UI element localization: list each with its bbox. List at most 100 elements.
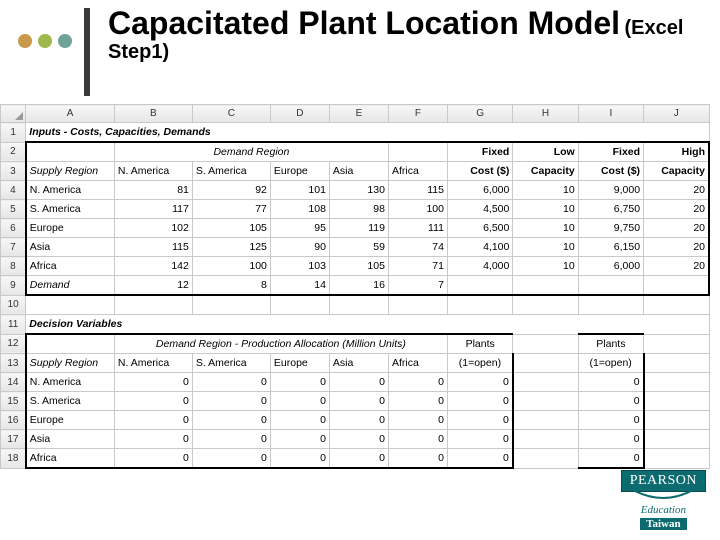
cell[interactable]: 9,000 bbox=[578, 181, 643, 200]
col-header[interactable]: I bbox=[578, 105, 643, 123]
cell[interactable]: 74 bbox=[388, 238, 447, 257]
cell[interactable]: Africa bbox=[388, 162, 447, 181]
cell[interactable]: Cost ($) bbox=[447, 162, 512, 181]
row-header[interactable]: 6 bbox=[1, 219, 26, 238]
cell[interactable]: 0 bbox=[270, 449, 329, 469]
cell[interactable]: 20 bbox=[644, 181, 709, 200]
cell[interactable]: 103 bbox=[270, 257, 329, 276]
row-header[interactable]: 9 bbox=[1, 276, 26, 296]
cell[interactable]: N. America bbox=[114, 354, 192, 373]
col-header[interactable]: J bbox=[644, 105, 709, 123]
row-header[interactable]: 13 bbox=[1, 354, 26, 373]
cell[interactable]: 100 bbox=[192, 257, 270, 276]
cell[interactable] bbox=[513, 392, 578, 411]
cell[interactable]: 0 bbox=[114, 449, 192, 469]
cell[interactable]: 6,750 bbox=[578, 200, 643, 219]
cell[interactable]: S. America bbox=[192, 354, 270, 373]
cell[interactable]: 98 bbox=[329, 200, 388, 219]
cell[interactable]: 0 bbox=[578, 430, 643, 449]
cell[interactable]: 10 bbox=[513, 219, 578, 238]
cell[interactable]: Africa bbox=[388, 354, 447, 373]
cell[interactable]: Europe bbox=[270, 354, 329, 373]
cell[interactable]: 0 bbox=[114, 373, 192, 392]
cell[interactable]: Supply Region bbox=[26, 354, 115, 373]
cell[interactable]: 20 bbox=[644, 257, 709, 276]
cell[interactable]: 10 bbox=[513, 238, 578, 257]
cell[interactable]: 4,500 bbox=[447, 200, 512, 219]
cell[interactable]: 0 bbox=[388, 373, 447, 392]
cell[interactable]: 12 bbox=[114, 276, 192, 296]
cell[interactable]: 0 bbox=[270, 430, 329, 449]
col-header[interactable]: G bbox=[447, 105, 512, 123]
cell[interactable]: Low bbox=[513, 142, 578, 162]
cell[interactable] bbox=[644, 295, 709, 315]
cell[interactable]: Cost ($) bbox=[578, 162, 643, 181]
row-header[interactable]: 2 bbox=[1, 142, 26, 162]
cell[interactable] bbox=[644, 430, 709, 449]
col-header[interactable]: C bbox=[192, 105, 270, 123]
cell[interactable]: (1=open) bbox=[447, 354, 512, 373]
cell[interactable]: 20 bbox=[644, 238, 709, 257]
cell[interactable] bbox=[26, 295, 115, 315]
cell[interactable]: 0 bbox=[388, 411, 447, 430]
cell[interactable] bbox=[513, 295, 578, 315]
cell[interactable]: Decision Variables bbox=[26, 315, 709, 335]
cell[interactable] bbox=[513, 449, 578, 469]
cell[interactable]: 0 bbox=[329, 430, 388, 449]
cell[interactable]: 20 bbox=[644, 200, 709, 219]
cell[interactable]: Asia bbox=[26, 238, 115, 257]
cell[interactable]: 0 bbox=[388, 430, 447, 449]
row-header[interactable]: 5 bbox=[1, 200, 26, 219]
cell[interactable]: 108 bbox=[270, 200, 329, 219]
cell[interactable] bbox=[513, 430, 578, 449]
row-header[interactable]: 17 bbox=[1, 430, 26, 449]
cell[interactable] bbox=[578, 276, 643, 296]
row-header[interactable]: 1 bbox=[1, 123, 26, 143]
cell[interactable] bbox=[447, 276, 512, 296]
cell[interactable]: 0 bbox=[192, 430, 270, 449]
cell[interactable]: Asia bbox=[26, 430, 115, 449]
cell[interactable]: 115 bbox=[114, 238, 192, 257]
cell[interactable]: 0 bbox=[578, 449, 643, 469]
cell[interactable]: 0 bbox=[578, 373, 643, 392]
cell[interactable]: 0 bbox=[447, 373, 512, 392]
cell[interactable]: 0 bbox=[447, 392, 512, 411]
cell[interactable]: Inputs - Costs, Capacities, Demands bbox=[26, 123, 709, 143]
cell[interactable]: 9,750 bbox=[578, 219, 643, 238]
cell[interactable]: S. America bbox=[192, 162, 270, 181]
cell[interactable]: 6,500 bbox=[447, 219, 512, 238]
cell[interactable]: 14 bbox=[270, 276, 329, 296]
cell[interactable]: 0 bbox=[578, 411, 643, 430]
cell[interactable] bbox=[388, 295, 447, 315]
cell[interactable]: 77 bbox=[192, 200, 270, 219]
cell[interactable]: 0 bbox=[270, 373, 329, 392]
col-header[interactable]: E bbox=[329, 105, 388, 123]
col-header[interactable]: A bbox=[26, 105, 115, 123]
cell[interactable]: 102 bbox=[114, 219, 192, 238]
cell[interactable] bbox=[644, 334, 709, 354]
cell[interactable]: 0 bbox=[329, 373, 388, 392]
select-all-corner[interactable] bbox=[1, 105, 26, 123]
cell[interactable]: S. America bbox=[26, 200, 115, 219]
cell[interactable] bbox=[388, 142, 447, 162]
cell[interactable] bbox=[513, 354, 578, 373]
cell[interactable]: Fixed bbox=[447, 142, 512, 162]
cell[interactable]: 59 bbox=[329, 238, 388, 257]
cell[interactable] bbox=[513, 373, 578, 392]
cell[interactable] bbox=[513, 276, 578, 296]
cell[interactable]: 4,100 bbox=[447, 238, 512, 257]
cell[interactable]: 10 bbox=[513, 257, 578, 276]
cell[interactable]: High bbox=[644, 142, 709, 162]
cell[interactable] bbox=[578, 295, 643, 315]
cell[interactable]: 0 bbox=[447, 449, 512, 469]
cell[interactable]: 95 bbox=[270, 219, 329, 238]
cell[interactable]: 6,150 bbox=[578, 238, 643, 257]
col-header[interactable]: D bbox=[270, 105, 329, 123]
cell[interactable]: S. America bbox=[26, 392, 115, 411]
cell[interactable] bbox=[513, 334, 578, 354]
cell[interactable]: 0 bbox=[114, 430, 192, 449]
col-header[interactable]: B bbox=[114, 105, 192, 123]
cell[interactable]: 20 bbox=[644, 219, 709, 238]
cell[interactable]: Africa bbox=[26, 449, 115, 469]
cell[interactable]: 0 bbox=[270, 411, 329, 430]
